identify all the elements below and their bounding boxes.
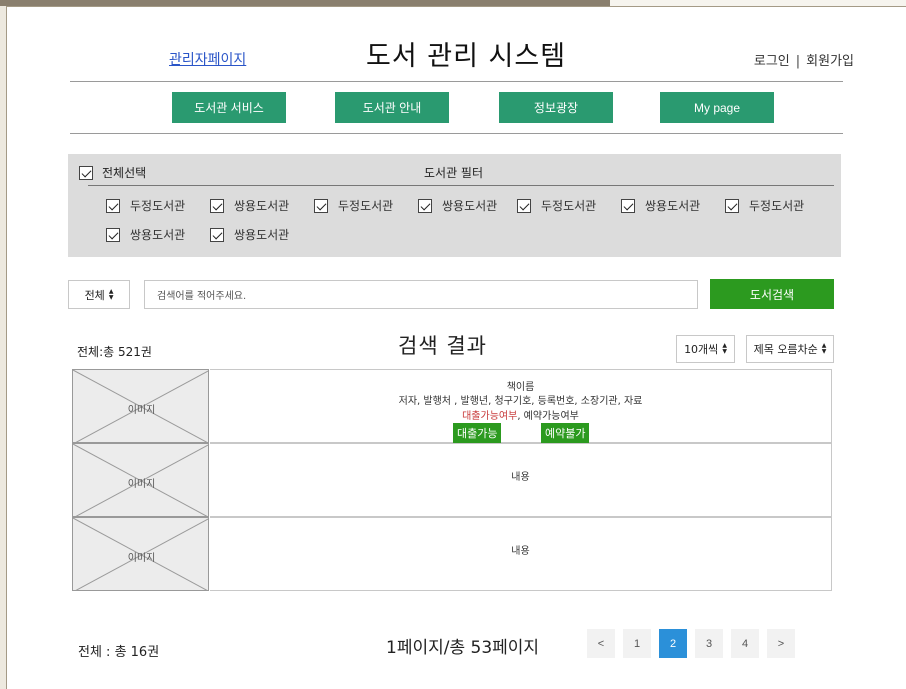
library-checkbox[interactable]: [725, 198, 739, 213]
library-checkbox[interactable]: [106, 227, 120, 242]
library-label: 쌍용도서관: [442, 199, 498, 213]
footer-total-count: 전체 : 총 16권: [78, 645, 160, 660]
library-label: 쌍용도서관: [234, 228, 290, 242]
library-filter-item[interactable]: 쌍용도서관: [106, 226, 185, 243]
image-label: 이미지: [127, 479, 156, 490]
reserve-availability-label: 예약가능여부: [523, 411, 579, 422]
filter-title: 도서관 필터: [424, 166, 484, 180]
admin-page-link[interactable]: 관리자페이지: [169, 49, 246, 69]
image-label: 이미지: [127, 553, 156, 564]
result-row[interactable]: 이미지 내용: [72, 443, 832, 517]
library-checkbox[interactable]: [210, 198, 224, 213]
loan-availability-label: 대출가능여부: [462, 411, 518, 422]
library-label: 쌍용도서관: [130, 228, 186, 242]
select-all-label: 전체선택: [102, 166, 147, 180]
library-checkbox[interactable]: [517, 198, 531, 213]
library-checkbox[interactable]: [621, 198, 635, 213]
page-button-1[interactable]: 1: [623, 629, 651, 658]
book-image-placeholder: 이미지: [72, 369, 209, 443]
search-input[interactable]: 검색어를 적어주세요.: [144, 280, 698, 309]
next-page-button[interactable]: >: [767, 629, 795, 658]
signup-link[interactable]: 회원가입: [806, 54, 854, 69]
nav-library-service-button[interactable]: 도서관 서비스: [172, 92, 286, 123]
prev-page-button[interactable]: <: [587, 629, 615, 658]
library-label: 두정도서관: [338, 199, 394, 213]
book-info-cell: 내용: [210, 517, 832, 591]
nav-library-info-button[interactable]: 도서관 안내: [335, 92, 449, 123]
nav-my-page-button[interactable]: My page: [660, 92, 774, 123]
library-checkbox[interactable]: [418, 198, 432, 213]
result-row[interactable]: 이미지 내용: [72, 517, 832, 591]
library-filter-item[interactable]: 쌍용도서관: [621, 197, 700, 214]
library-label: 쌍용도서관: [234, 199, 290, 213]
result-title: 검색 결과: [398, 334, 487, 358]
page-button-2-active[interactable]: 2: [659, 629, 687, 658]
per-page-value: 10개씩: [684, 343, 719, 356]
page-button-4[interactable]: 4: [731, 629, 759, 658]
library-label: 쌍용도서관: [645, 199, 701, 213]
image-label: 이미지: [127, 405, 156, 416]
book-meta: 저자, 발행처 , 발행년, 청구기호, 등록번호, 소장기관, 자료: [398, 396, 643, 407]
library-filter-item[interactable]: 쌍용도서관: [210, 226, 289, 243]
book-image-placeholder: 이미지: [72, 517, 209, 591]
updown-arrow-icon: ▲ ▼: [722, 342, 727, 355]
updown-arrow-icon: ▲ ▼: [108, 287, 114, 301]
library-filter-item[interactable]: 두정도서관: [314, 197, 393, 214]
library-filter-item[interactable]: 쌍용도서관: [210, 197, 289, 214]
content-label: 내용: [511, 546, 530, 557]
nav-info-plaza-button[interactable]: 정보광장: [499, 92, 613, 123]
library-checkbox[interactable]: [210, 227, 224, 242]
content-label: 내용: [511, 472, 530, 483]
library-filter-item[interactable]: 두정도서관: [725, 197, 804, 214]
filter-divider: [88, 185, 834, 186]
loan-available-button[interactable]: 대출가능: [453, 423, 502, 443]
login-link[interactable]: 로그인: [754, 54, 790, 69]
library-label: 두정도서관: [541, 199, 597, 213]
library-filter-panel: 전체선택 도서관 필터 두정도서관 쌍용도서관 두정도서관 쌍용도서관 두정도서…: [68, 154, 841, 257]
library-label: 두정도서관: [749, 199, 805, 213]
book-name: 책이름: [506, 382, 535, 393]
page-button-3[interactable]: 3: [695, 629, 723, 658]
book-image-placeholder: 이미지: [72, 443, 209, 517]
search-category-value: 전체: [84, 288, 105, 302]
header-divider-top: [70, 81, 843, 82]
reserve-unavailable-button[interactable]: 예약불가: [541, 423, 590, 443]
auth-separator: |: [795, 54, 801, 69]
library-filter-item[interactable]: 두정도서관: [517, 197, 596, 214]
availability-line: 대출가능여부, 예약가능여부: [210, 407, 831, 422]
sort-select[interactable]: 제목 오름차순 ▲ ▼: [746, 335, 834, 363]
library-filter-item[interactable]: 쌍용도서관: [418, 197, 497, 214]
result-total-count: 전체:총 521권: [77, 345, 152, 359]
library-checkbox[interactable]: [106, 198, 120, 213]
select-all-checkbox[interactable]: [79, 165, 93, 180]
library-checkbox[interactable]: [314, 198, 328, 213]
library-filter-item[interactable]: 두정도서관: [106, 197, 185, 214]
auth-links: 로그인 | 회원가입: [754, 50, 854, 69]
updown-arrow-icon: ▲ ▼: [821, 342, 827, 355]
page-info: 1페이지/총 53페이지: [386, 638, 540, 658]
book-info-cell: 책이름 저자, 발행처 , 발행년, 청구기호, 등록번호, 소장기관, 자료 …: [210, 369, 832, 443]
select-all-control[interactable]: 전체선택: [79, 164, 146, 181]
search-category-select[interactable]: 전체 ▲ ▼: [68, 280, 130, 309]
sort-value: 제목 오름차순: [753, 343, 818, 356]
library-label: 두정도서관: [130, 199, 186, 213]
book-search-button[interactable]: 도서검색: [710, 279, 834, 309]
site-title: 도서 관리 시스템: [366, 41, 567, 72]
book-info-cell: 내용: [210, 443, 832, 517]
header-divider-bottom: [70, 133, 843, 134]
per-page-select[interactable]: 10개씩 ▲ ▼: [676, 335, 735, 363]
result-row[interactable]: 이미지 책이름 저자, 발행처 , 발행년, 청구기호, 등록번호, 소장기관,…: [72, 369, 832, 443]
